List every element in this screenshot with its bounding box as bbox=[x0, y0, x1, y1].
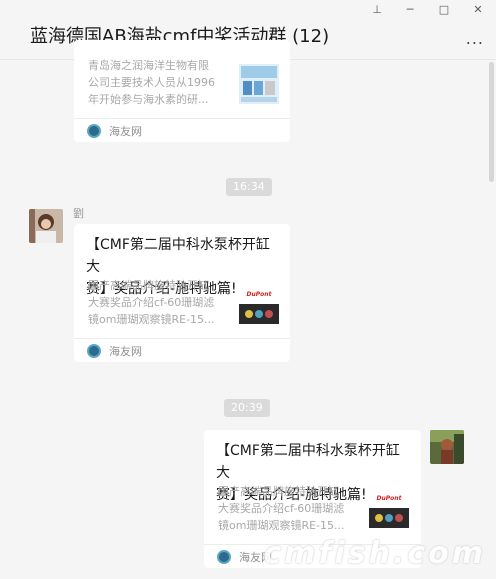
card-source: 海友网 bbox=[109, 125, 142, 138]
pin-icon[interactable]: ⊥ bbox=[370, 4, 384, 16]
scrollbar[interactable] bbox=[489, 62, 494, 182]
desc-line: 大赛奖品介绍cf-60珊瑚滤 bbox=[218, 502, 345, 515]
desc-line: 公司主要技术人员从1996 bbox=[88, 76, 215, 89]
thumb-brand: DuPont bbox=[247, 291, 273, 298]
source-logo-icon bbox=[217, 550, 231, 564]
card-footer: 海友网 bbox=[74, 118, 290, 142]
card-footer: 海友网 bbox=[74, 338, 290, 362]
card-thumbnail: DuPont bbox=[369, 490, 409, 530]
minimize-icon[interactable]: ─ bbox=[403, 4, 417, 16]
link-card[interactable]: 青岛海之润海洋生物有限 公司主要技术人员从1996 年开始参与海水素的研... … bbox=[74, 40, 290, 142]
desc-line: 国产高端品牌施特驰开缸 bbox=[218, 485, 339, 498]
timestamp: 20:39 bbox=[224, 399, 270, 417]
card-source: 海友网 bbox=[109, 345, 142, 358]
source-logo-icon bbox=[87, 344, 101, 358]
desc-line: 镜om珊瑚观察镜RE-15... bbox=[88, 313, 215, 326]
desc-line: 镜om珊瑚观察镜RE-15... bbox=[218, 519, 345, 532]
desc-line: 大赛奖品介绍cf-60珊瑚滤 bbox=[88, 296, 215, 309]
avatar[interactable] bbox=[29, 209, 63, 243]
more-icon[interactable]: ... bbox=[466, 31, 484, 47]
title-line: 【CMF第二届中科水泵杯开缸大 bbox=[216, 443, 400, 481]
card-thumbnail: DuPont bbox=[239, 286, 279, 326]
title-line: 【CMF第二届中科水泵杯开缸大 bbox=[86, 237, 270, 275]
card-description: 国产高端品牌施特驰开缸 大赛奖品介绍cf-60珊瑚滤 镜om珊瑚观察镜RE-15… bbox=[218, 483, 366, 534]
watermark: cmfish.com bbox=[263, 536, 486, 571]
card-thumbnail bbox=[239, 64, 279, 104]
thumb-brand: DuPont bbox=[377, 495, 403, 502]
timestamp: 16:34 bbox=[226, 178, 272, 196]
maximize-icon[interactable]: □ bbox=[437, 4, 451, 16]
close-icon[interactable]: ✕ bbox=[471, 4, 485, 16]
desc-line: 青岛海之润海洋生物有限 bbox=[88, 59, 209, 72]
link-card[interactable]: 【CMF第二届中科水泵杯开缸大 赛】奖品介绍-施特驰篇! 国产高端品牌施特驰开缸… bbox=[74, 224, 290, 362]
desc-line: 年开始参与海水素的研... bbox=[88, 93, 209, 106]
avatar[interactable] bbox=[430, 430, 464, 464]
chat-window: 蓝海德国AB海盐cmf中奖活动群 (12) ⊥ ─ □ ✕ ... 青岛海之润海… bbox=[0, 0, 496, 579]
desc-line: 国产高端品牌施特驰开缸 bbox=[88, 279, 209, 292]
card-description: 国产高端品牌施特驰开缸 大赛奖品介绍cf-60珊瑚滤 镜om珊瑚观察镜RE-15… bbox=[88, 277, 236, 328]
sender-name: 劉 bbox=[73, 207, 84, 220]
card-description: 青岛海之润海洋生物有限 公司主要技术人员从1996 年开始参与海水素的研... bbox=[88, 57, 236, 108]
source-logo-icon bbox=[87, 124, 101, 138]
